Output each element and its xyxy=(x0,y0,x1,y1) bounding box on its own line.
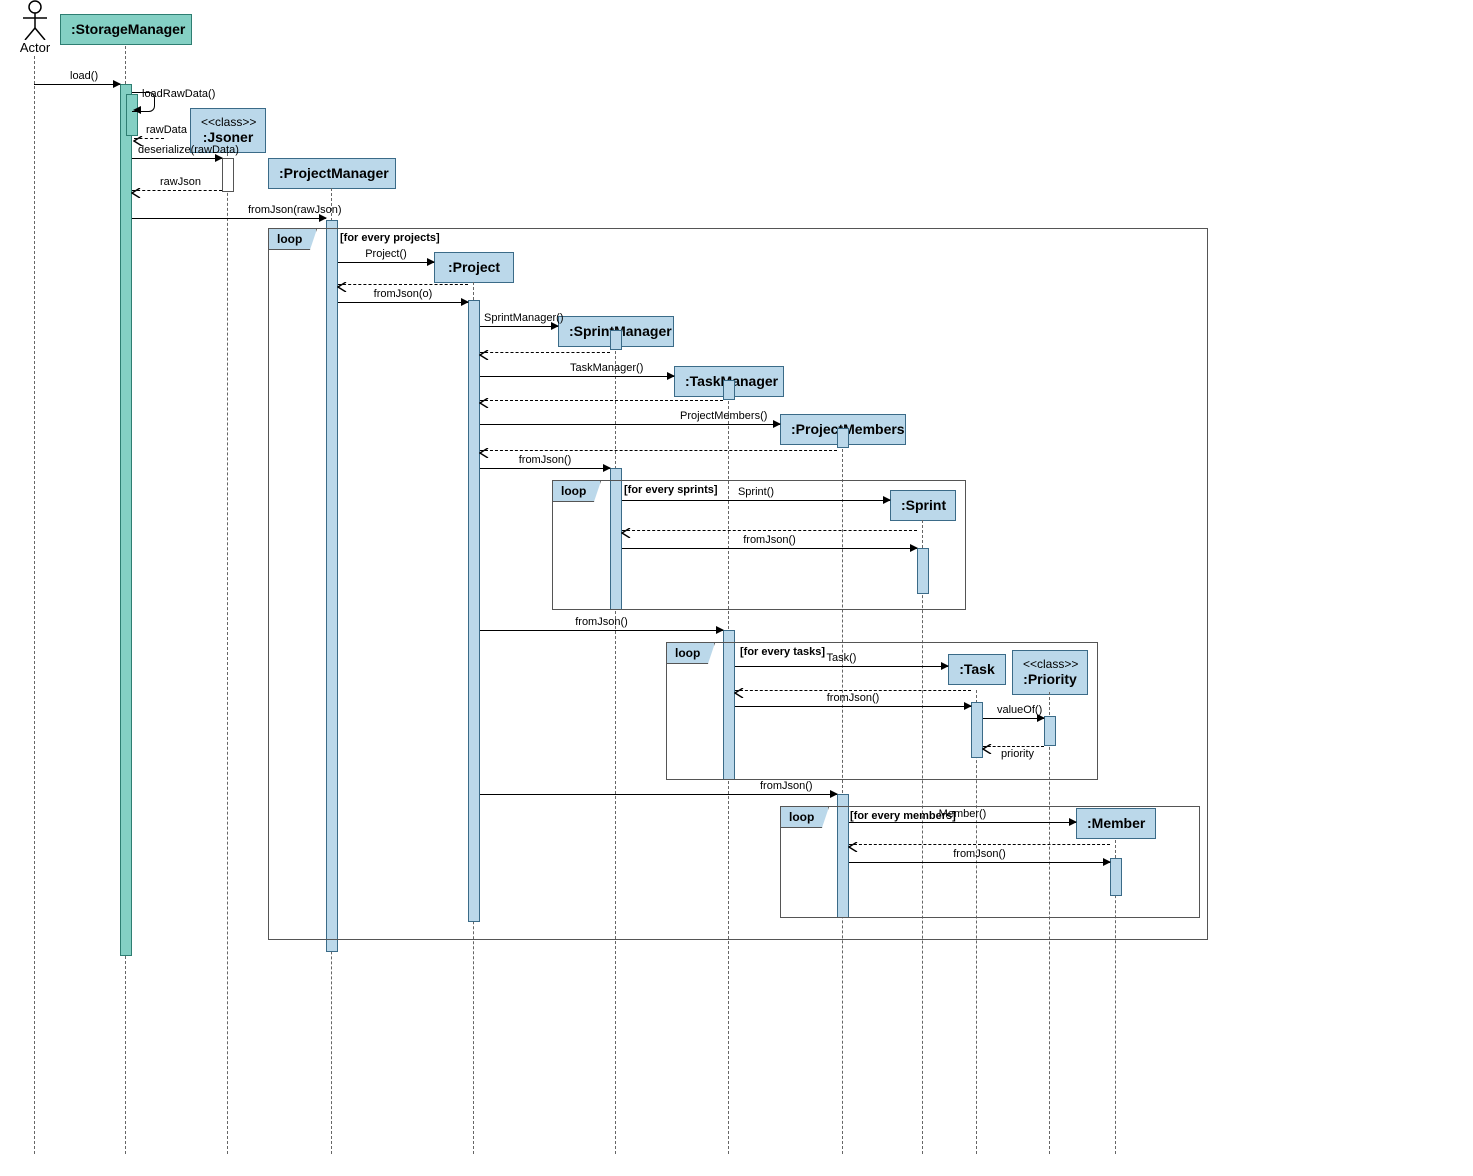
msg-from-json-sprint: fromJson() xyxy=(622,548,917,549)
msg-from-json-sprint-mgr: fromJson() xyxy=(480,468,610,469)
msg-from-json-task-mgr: fromJson() xyxy=(480,630,723,631)
lifeline-jsoner xyxy=(227,148,228,1154)
msg-member-return xyxy=(849,844,1110,845)
msg-task-ctor: Task() xyxy=(735,666,948,667)
msg-proj-members-ctor: ProjectMembers() xyxy=(480,424,780,425)
msg-load: load() xyxy=(34,84,120,85)
loop-tab-tasks: loop xyxy=(666,642,715,664)
actor: Actor xyxy=(10,0,60,55)
msg-sprint-return xyxy=(622,530,917,531)
msg-project-ctor: Project() xyxy=(338,262,434,263)
activation-storage-manager xyxy=(120,84,132,956)
msg-raw-json: rawJson xyxy=(132,190,222,191)
msg-proj-members-return xyxy=(480,450,837,451)
msg-task-mgr-ctor: TaskManager() xyxy=(480,376,674,377)
lifeline-head-project-manager: :ProjectManager xyxy=(268,158,396,189)
loop-tab-sprints: loop xyxy=(552,480,601,502)
msg-member-ctor: Member() xyxy=(849,822,1076,823)
msg-deserialize: deserialize(rawData) xyxy=(132,158,222,159)
msg-priority-return: priority xyxy=(983,746,1044,747)
msg-sprint-mgr-return xyxy=(480,352,610,353)
guard-projects: [for every projects] xyxy=(340,232,440,244)
msg-sprint-ctor: Sprint() xyxy=(622,500,890,501)
guard-sprints: [for every sprints] xyxy=(624,484,718,496)
lifeline-actor xyxy=(34,56,35,1154)
msg-task-mgr-return xyxy=(480,400,723,401)
msg-from-json-task: fromJson() xyxy=(735,706,971,707)
msg-raw-data: rawData xyxy=(134,138,164,139)
msg-from-json-o: fromJson(o) xyxy=(338,302,468,303)
label-load-raw-data: loadRawData() xyxy=(142,88,215,100)
lifeline-head-storage-manager: :StorageManager xyxy=(60,14,192,45)
actor-label: Actor xyxy=(10,40,60,55)
activation-jsoner xyxy=(222,158,234,192)
msg-task-return xyxy=(735,690,971,691)
loop-tab-members: loop xyxy=(780,806,829,828)
msg-project-return xyxy=(338,284,468,285)
msg-from-json-members: fromJson() xyxy=(480,794,837,795)
actor-icon xyxy=(20,0,50,40)
msg-load-raw-data-arrow xyxy=(134,110,138,111)
msg-value-of: valueOf() xyxy=(983,718,1044,719)
msg-from-json-member: fromJson() xyxy=(849,862,1110,863)
msg-from-json-raw-json: fromJson(rawJson) xyxy=(132,218,326,219)
guard-tasks: [for every tasks] xyxy=(740,646,825,658)
msg-sprint-mgr-ctor: SprintManager() xyxy=(480,326,558,327)
loop-tab-projects: loop xyxy=(268,228,317,250)
